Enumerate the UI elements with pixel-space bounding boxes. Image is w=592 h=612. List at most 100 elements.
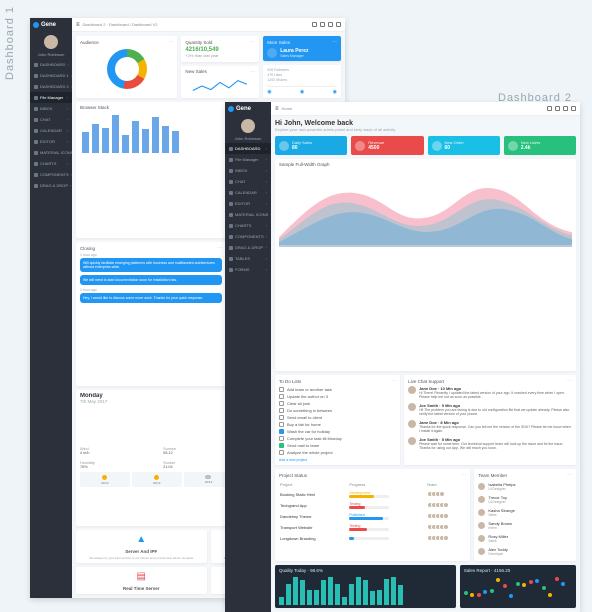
label-dashboard1: Dashboard 1 (4, 6, 16, 80)
nav-item[interactable]: EDITOR› (30, 136, 72, 147)
chat-bubble: Will quickly facilitate emerging platfor… (80, 258, 222, 272)
member-item[interactable]: Alex ToddyDeveloper (478, 545, 572, 558)
chat-bubble: Hey, I would like to discuss some more w… (80, 293, 222, 303)
stat-tile[interactable]: Daily Sales80 (275, 136, 347, 155)
sidebar: Gene John Robinson DASHBOARD›DASHBOARD 1… (30, 18, 72, 598)
member-item[interactable]: Sandy BrownIntern (478, 519, 572, 532)
member-item[interactable]: Rosy MillerSales (478, 532, 572, 545)
stat-tile[interactable]: New Users2.4k (504, 136, 576, 155)
nav-item[interactable]: CHARTS› (30, 158, 72, 169)
user-icon[interactable] (571, 106, 576, 111)
chat-bubble: We will need to start documentation soon… (80, 275, 222, 285)
nav-item[interactable]: CHAT› (30, 114, 72, 125)
card-server: ▲ Server And IPF We always try give best… (76, 530, 207, 563)
member-item[interactable]: Trevor ToyUI Designer (478, 493, 572, 506)
nav-item[interactable]: DRAG & DROP› (30, 180, 72, 191)
nav-item[interactable]: DASHBOARD 1› (30, 70, 72, 81)
member-item[interactable]: Isabella PhelpsUI Designer (478, 480, 572, 493)
card-quality: Quality Today · 98.6% (275, 565, 456, 608)
stat-tiles: Daily Sales80Revenue4500 New Order60New U… (275, 136, 576, 155)
card-support: Live Chat Support⋯ Jane Doe · 10 Min ago… (404, 375, 576, 465)
page-title: Hi John, Welcome back (275, 120, 576, 127)
nav-item[interactable]: CALENDAR› (225, 187, 271, 198)
card-members: Team Member⋯ Isabella PhelpsUI DesignerT… (474, 469, 576, 561)
donut-chart (107, 49, 147, 89)
tw-icon[interactable]: ◉ (300, 89, 304, 95)
nav-item[interactable]: MATERIAL ICONS› (225, 209, 271, 220)
nav: DASHBOARD›DASHBOARD 1›DASHBOARD 2›File M… (30, 57, 72, 193)
nav-item[interactable]: INBOX› (225, 165, 271, 176)
chat-message: Jane Doe · 10 Min agoHi There! Recently … (408, 386, 572, 399)
user-icon[interactable] (336, 22, 341, 27)
nav-item[interactable]: FORMS› (225, 264, 271, 275)
table-row[interactable]: Dandelmy ThemePublished (279, 511, 466, 522)
nav: DASHBOARD›File Manager›INBOX›CHAT›CALEND… (225, 141, 271, 277)
qty-sub: +2% than last year (185, 53, 255, 58)
todo-item[interactable]: Clear all junk (279, 400, 396, 407)
user-avatar (267, 48, 277, 58)
table-row[interactable]: Booking Static HtmlDevelopment (279, 489, 466, 500)
card-newsales: New Sales⋯ (181, 66, 259, 98)
content: Hi John, Welcome back Explore your own p… (271, 116, 580, 612)
avatar[interactable] (44, 35, 58, 49)
nav-item[interactable]: DASHBOARD› (225, 143, 271, 154)
table-row[interactable]: Transport WebsiteTesting (279, 522, 466, 533)
todo-item[interactable]: Send mail to team (279, 442, 396, 449)
nav-item[interactable]: COMPONENTS› (30, 169, 72, 180)
nav-item[interactable]: DASHBOARD› (30, 59, 72, 70)
todo-item[interactable]: Do something in between (279, 407, 396, 414)
add-task-link[interactable]: Add a new project (279, 458, 396, 462)
nav-item[interactable]: TABLES› (225, 253, 271, 264)
table-row[interactable]: Longdown Branding (279, 533, 466, 544)
avatar[interactable] (241, 119, 255, 133)
nav-item[interactable]: CHARTS› (225, 220, 271, 231)
stat-tile[interactable]: New Order60 (428, 136, 500, 155)
todo-item[interactable]: Update the author on 3 (279, 393, 396, 400)
nav-item[interactable]: File Manager› (225, 154, 271, 165)
settings-icon[interactable] (563, 106, 568, 111)
nav-item[interactable]: File Manager› (30, 92, 72, 103)
topbar: ≡ Dashboard 2 · Dashboard / Dashboard V2 (72, 18, 345, 32)
menu-icon[interactable]: ≡ (76, 22, 80, 28)
stat-tile[interactable]: Revenue4500 (351, 136, 423, 155)
breadcrumb: Dashboard 2 · Dashboard / Dashboard V2 (83, 22, 158, 27)
search-icon[interactable] (312, 22, 317, 27)
chat-message: Joe Smith · 5 Min agoPlease wait for som… (408, 437, 572, 450)
card-todo: To Do Lists⋯ Add team or another taskUpd… (275, 375, 400, 465)
menu-icon[interactable]: ≡ (275, 106, 279, 112)
todo-item[interactable]: Add team or another task (279, 386, 396, 393)
server-icon: ▤ (134, 570, 148, 584)
topbar: ≡ Home (271, 102, 580, 116)
chat-message: Jane Doe · 8 Min agoThanks for the quick… (408, 420, 572, 433)
fb-icon[interactable]: ◉ (267, 89, 271, 95)
todo-item[interactable]: Complete your task till Monday (279, 435, 396, 442)
more-icon[interactable]: ⋯ (168, 39, 173, 45)
nav-item[interactable]: DRAG & DROP› (225, 242, 271, 253)
nav-item[interactable]: CHAT› (225, 176, 271, 187)
todo-item[interactable]: Buy a fab for home (279, 421, 396, 428)
todo-item[interactable]: Send email to client (279, 414, 396, 421)
notif-icon[interactable] (555, 106, 560, 111)
brand[interactable]: Gene (225, 102, 271, 116)
notif-icon[interactable] (320, 22, 325, 27)
card-user: More Sales⋯ Laura PerezSales Manager (263, 36, 341, 61)
ig-icon[interactable]: ◉ (333, 89, 337, 95)
todo-item[interactable]: Wash the car for holiday (279, 428, 396, 435)
nav-item[interactable]: MATERIAL ICONS› (30, 147, 72, 158)
nav-item[interactable]: DASHBOARD 2› (30, 81, 72, 92)
card-chart: Sample Full-Width Graph (275, 159, 576, 371)
table-row[interactable]: Techgrand AppTesting (279, 500, 466, 511)
nav-item[interactable]: EDITOR› (225, 198, 271, 209)
brand[interactable]: Gene (30, 18, 72, 32)
search-icon[interactable] (547, 106, 552, 111)
area-chart (279, 169, 572, 247)
nav-item[interactable]: COMPONENTS› (225, 231, 271, 242)
member-item[interactable]: Kasha StrangeSales (478, 506, 572, 519)
nav-item[interactable]: INBOX› (30, 103, 72, 114)
sidebar: Gene John Robinson DASHBOARD›File Manage… (225, 102, 271, 612)
settings-icon[interactable] (328, 22, 333, 27)
nav-item[interactable]: CALENDAR› (30, 125, 72, 136)
shield-icon: ▲ (134, 533, 148, 547)
card-salesreport: Sales Report · 4156.20 (460, 565, 576, 608)
todo-item[interactable]: Analyze the whole project (279, 449, 396, 456)
